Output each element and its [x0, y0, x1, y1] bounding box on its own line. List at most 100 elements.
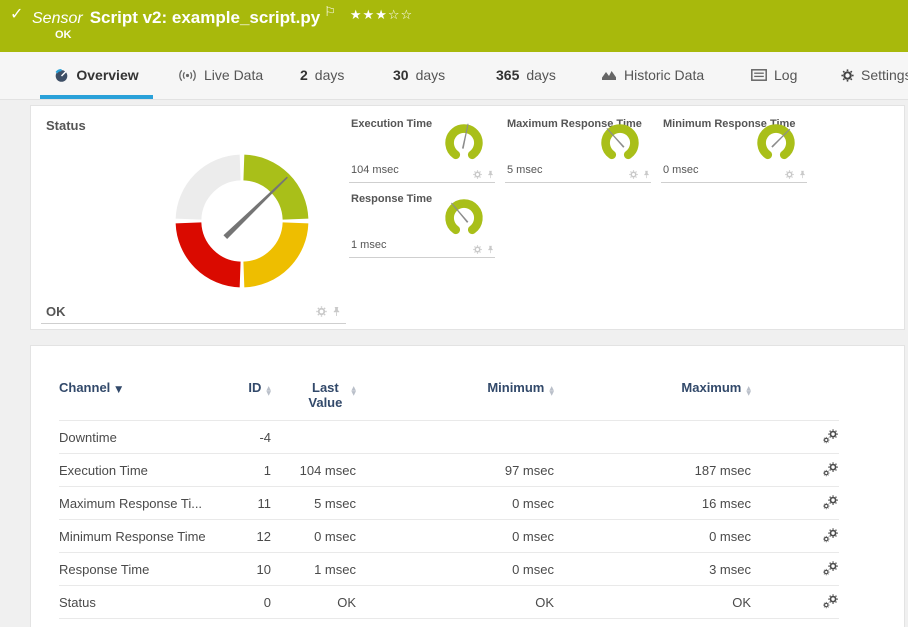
- tab-overview[interactable]: Overview: [40, 52, 153, 98]
- minimum-response-time-gauge: [753, 119, 799, 165]
- area-chart-icon: [601, 69, 617, 81]
- status-gauge-cell: Status OK: [41, 114, 346, 324]
- gear-icon[interactable]: [473, 170, 482, 179]
- gear-icon[interactable]: [629, 170, 638, 179]
- gauge-value: 0 msec: [663, 164, 698, 176]
- channel-name[interactable]: Response Time: [59, 553, 214, 586]
- channel-last-value: [271, 421, 356, 454]
- channel-last-value: OK: [271, 586, 356, 619]
- response-time-gauge: [441, 194, 487, 240]
- tab-bar: Overview Live Data 2 days 30 days 365 da…: [0, 52, 908, 100]
- tab-settings[interactable]: Settings: [841, 52, 908, 98]
- sort-icon: ▲▼: [746, 386, 751, 396]
- tab-2-days[interactable]: 2 days: [300, 52, 344, 98]
- gauge-value: 1 msec: [351, 239, 386, 251]
- channel-minimum: 0 msec: [356, 553, 554, 586]
- channel-maximum: 16 msec: [554, 487, 751, 520]
- gauge-cell-response-time: Response Time 1 msec: [349, 189, 495, 258]
- channel-id: 10: [214, 553, 271, 586]
- status-gauge-value: OK: [46, 304, 66, 319]
- edit-channel-gears-icon[interactable]: [822, 528, 839, 545]
- pin-icon[interactable]: [486, 170, 495, 179]
- edit-channel-gears-icon[interactable]: [822, 429, 839, 446]
- channel-minimum: 97 msec: [356, 454, 554, 487]
- status-gauge-needle: [223, 175, 289, 239]
- sensor-kind-label: Sensor: [32, 10, 83, 27]
- channel-id: 12: [214, 520, 271, 553]
- column-header-id[interactable]: ID▲▼: [214, 380, 271, 421]
- column-header-edit: [751, 380, 839, 421]
- sensor-banner: ✓ SensorScript v2: example_script.py⚐★★★…: [0, 0, 908, 52]
- channel-name[interactable]: Maximum Response Ti...: [59, 487, 214, 520]
- channel-name[interactable]: Downtime: [59, 421, 214, 454]
- prtg-sensor-page: ✓ SensorScript v2: example_script.py⚐★★★…: [0, 0, 908, 627]
- edit-channel-gears-icon[interactable]: [822, 594, 839, 611]
- channel-id: -4: [214, 421, 271, 454]
- tab-log[interactable]: Log: [751, 52, 797, 98]
- gauge-segment-gray: [188, 167, 240, 219]
- gear-icon[interactable]: [316, 306, 327, 317]
- column-header-last-value[interactable]: Last Value▲▼: [271, 380, 356, 421]
- table-row: Minimum Response Time 12 0 msec 0 msec 0…: [59, 520, 839, 553]
- pin-icon[interactable]: [331, 306, 342, 317]
- log-list-icon: [751, 69, 767, 81]
- sort-icon: ▲▼: [351, 386, 356, 396]
- channel-name[interactable]: Minimum Response Time: [59, 520, 214, 553]
- table-row: Maximum Response Ti... 11 5 msec 0 msec …: [59, 487, 839, 520]
- channel-maximum: 187 msec: [554, 454, 751, 487]
- execution-time-gauge: [441, 119, 487, 165]
- sort-desc-icon: ▼: [115, 385, 122, 395]
- active-tab-underline: [40, 95, 153, 99]
- channel-last-value: 1 msec: [271, 553, 356, 586]
- channel-maximum: [554, 421, 751, 454]
- maximum-response-time-gauge: [597, 119, 643, 165]
- sensor-status-text: OK: [55, 29, 72, 41]
- mini-gauge-grid: Execution Time 104 msec Maximum Response…: [349, 114, 807, 258]
- tab-30-days[interactable]: 30 days: [393, 52, 445, 98]
- priority-flag-icon[interactable]: ⚐: [324, 5, 336, 20]
- pin-icon[interactable]: [486, 245, 495, 254]
- gear-icon[interactable]: [473, 245, 482, 254]
- tab-365-days[interactable]: 365 days: [496, 52, 556, 98]
- column-header-maximum[interactable]: Maximum▲▼: [554, 380, 751, 421]
- table-row: Execution Time 1 104 msec 97 msec 187 ms…: [59, 454, 839, 487]
- channel-name[interactable]: Status: [59, 586, 214, 619]
- channel-minimum: OK: [356, 586, 554, 619]
- gauge-cell-execution-time: Execution Time 104 msec: [349, 114, 495, 183]
- channel-last-value: 5 msec: [271, 487, 356, 520]
- channels-panel: Channel▼ ID▲▼ Last Value▲▼ Minimum▲▼ Max…: [30, 345, 905, 627]
- gear-icon[interactable]: [785, 170, 794, 179]
- tab-live-data[interactable]: Live Data: [178, 52, 263, 98]
- gauge-value: 5 msec: [507, 164, 542, 176]
- channel-id: 1: [214, 454, 271, 487]
- edit-channel-gears-icon[interactable]: [822, 495, 839, 512]
- gauge-label: Execution Time: [351, 118, 432, 130]
- table-row: Downtime -4: [59, 421, 839, 454]
- sort-icon: ▲▼: [266, 386, 271, 396]
- channel-maximum: 3 msec: [554, 553, 751, 586]
- tab-historic-data[interactable]: Historic Data: [601, 52, 704, 98]
- status-gauge-label: Status: [46, 118, 86, 133]
- gauge-icon: [54, 68, 69, 83]
- priority-stars[interactable]: ★★★☆☆: [350, 8, 413, 23]
- channel-minimum: [356, 421, 554, 454]
- gauge-value: 104 msec: [351, 164, 399, 176]
- channel-maximum: OK: [554, 586, 751, 619]
- channel-minimum: 0 msec: [356, 487, 554, 520]
- channel-last-value: 104 msec: [271, 454, 356, 487]
- gauge-cell-minimum-response-time: Minimum Response Time 0 msec: [661, 114, 807, 183]
- status-gauge: [159, 138, 325, 304]
- channel-name[interactable]: Execution Time: [59, 454, 214, 487]
- column-header-channel[interactable]: Channel▼: [59, 380, 214, 421]
- gauges-panel: Status OK Execution: [30, 105, 905, 330]
- pin-icon[interactable]: [798, 170, 807, 179]
- column-header-minimum[interactable]: Minimum▲▼: [356, 380, 554, 421]
- channel-maximum: 0 msec: [554, 520, 751, 553]
- channel-id: 11: [214, 487, 271, 520]
- edit-channel-gears-icon[interactable]: [822, 462, 839, 479]
- edit-channel-gears-icon[interactable]: [822, 561, 839, 578]
- pin-icon[interactable]: [642, 170, 651, 179]
- gauge-segment-yellow: [244, 223, 296, 275]
- sort-icon: ▲▼: [549, 386, 554, 396]
- sensor-title: Script v2: example_script.py: [90, 8, 321, 27]
